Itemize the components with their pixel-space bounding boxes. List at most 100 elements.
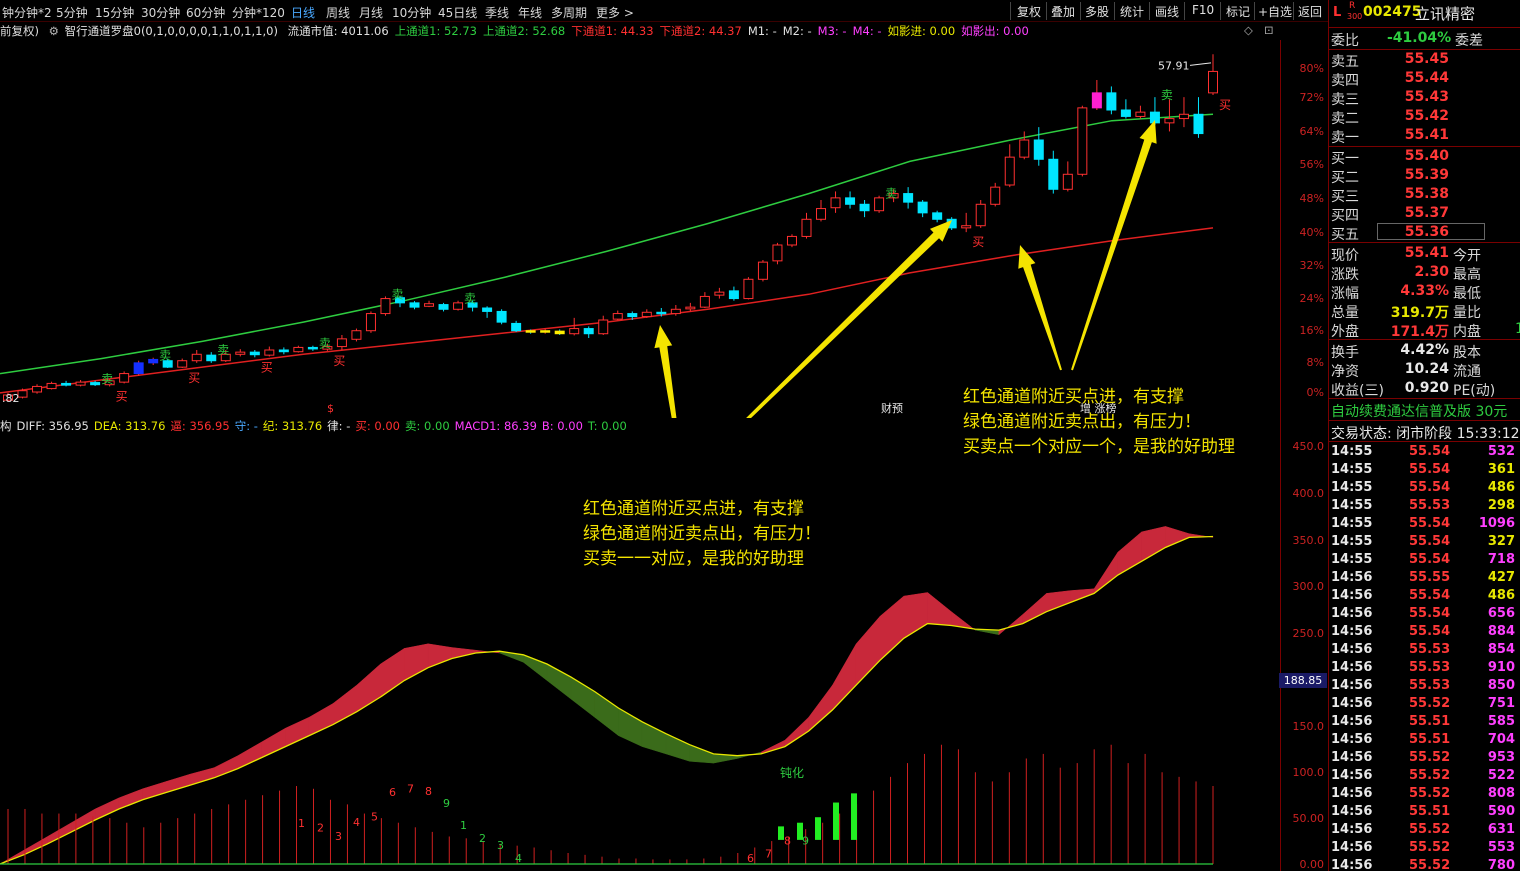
tick-volume: 953 bbox=[1487, 750, 1515, 765]
period-tab[interactable]: 60分钟 bbox=[186, 4, 225, 21]
stats-button[interactable]: 统计 bbox=[1120, 3, 1144, 20]
quote-row: 换手 4.42% 股本 bbox=[1331, 342, 1520, 361]
f10-button[interactable]: F10 bbox=[1192, 3, 1214, 17]
axis-label: 80% bbox=[1299, 62, 1324, 75]
tick-time: 14:56 bbox=[1331, 804, 1373, 819]
bid-row: 买四 55.37 bbox=[1331, 205, 1520, 224]
ask-row: 卖二 55.42 bbox=[1331, 108, 1520, 127]
macd-band bbox=[1022, 592, 1047, 625]
tick-price: 55.52 bbox=[1409, 696, 1451, 711]
finance-tag[interactable]: 财预 bbox=[881, 401, 903, 415]
sub-axis-label: 400.0 bbox=[1292, 487, 1325, 500]
period-tab[interactable]: 周线 bbox=[326, 4, 350, 21]
quote-value: 171.4万 bbox=[1390, 324, 1449, 340]
ask-price: 55.44 bbox=[1404, 70, 1449, 86]
td-count: 9 bbox=[802, 835, 809, 848]
tick-volume: 298 bbox=[1487, 498, 1515, 513]
tick-price: 55.54 bbox=[1409, 552, 1451, 567]
quote-label: 涨幅 bbox=[1331, 286, 1359, 302]
period-tab[interactable]: 45日线 bbox=[438, 4, 477, 21]
sub-axis-label: 300.0 bbox=[1292, 580, 1325, 593]
ask-price: 55.43 bbox=[1404, 89, 1449, 105]
period-tab[interactable]: 15分钟 bbox=[95, 4, 134, 21]
restore-rights-button[interactable]: 复权 bbox=[1017, 3, 1041, 20]
indicator-name[interactable]: 智行通道罗盘0(0,1,0,0,0,0,1,1,0,1,1,0) bbox=[65, 24, 278, 38]
tick-volume: 486 bbox=[1487, 480, 1515, 495]
candle-body bbox=[772, 244, 783, 262]
multi-stock-button[interactable]: 多股 bbox=[1085, 3, 1109, 20]
td-count: 2 bbox=[317, 822, 324, 835]
promo-link[interactable]: 自动续费通达信普及版 30元 bbox=[1331, 401, 1507, 421]
macd-band bbox=[380, 647, 405, 698]
stock-code: 002475 bbox=[1363, 4, 1422, 20]
draw-line-button[interactable]: 画线 bbox=[1155, 3, 1179, 20]
back-button[interactable]: 返回 bbox=[1298, 3, 1322, 20]
candlestick-chart[interactable]: 卖买卖买卖买卖买卖 卖卖买卖买57.91.82财预增 涨榜$ bbox=[0, 40, 1280, 418]
quote-row: 现价 55.41 今开 bbox=[1331, 245, 1520, 264]
candle-body bbox=[583, 328, 594, 335]
indicator-value: M4: - bbox=[852, 24, 882, 38]
tick-price: 55.51 bbox=[1409, 714, 1451, 729]
quote-label-2: 内盘 bbox=[1453, 324, 1481, 340]
period-tab[interactable]: 月线 bbox=[359, 4, 383, 21]
blunt-block bbox=[851, 793, 857, 840]
ask-row: 卖四 55.44 bbox=[1331, 70, 1520, 89]
candle-body bbox=[293, 346, 304, 353]
period-tab[interactable]: 多周期 bbox=[551, 4, 587, 21]
macd-band bbox=[285, 716, 310, 747]
diamond-icon[interactable]: ◇ bbox=[1244, 23, 1253, 37]
macd-band bbox=[665, 733, 690, 762]
tick-volume: 780 bbox=[1487, 858, 1515, 871]
axis-label: 64% bbox=[1299, 125, 1324, 138]
indicator-settings-icon[interactable]: ⚙ bbox=[49, 24, 59, 38]
blunt-block bbox=[833, 802, 839, 840]
period-tab[interactable]: 10分钟 bbox=[392, 4, 431, 21]
candle-body bbox=[525, 330, 536, 333]
period-tab[interactable]: 钟 bbox=[2, 4, 14, 21]
period-tab[interactable]: 30分钟 bbox=[141, 4, 180, 21]
ask-price: 55.42 bbox=[1404, 108, 1449, 124]
period-tab[interactable]: 5分钟 bbox=[56, 4, 88, 21]
quote-value: 10.24 bbox=[1404, 361, 1449, 377]
period-tab-daily[interactable]: 日线 bbox=[291, 4, 315, 21]
quote-label-2: 最低 bbox=[1453, 286, 1481, 302]
candle-body bbox=[874, 197, 885, 212]
main-indicator-header: 前复权) ⚙ 智行通道罗盘0(0,1,0,0,0,0,1,1,0,1,1,0) … bbox=[0, 23, 1280, 41]
tick-price: 55.53 bbox=[1409, 660, 1451, 675]
red-channel-line bbox=[0, 227, 1214, 394]
td-count: 1 bbox=[460, 819, 467, 832]
overlay-button[interactable]: 叠加 bbox=[1051, 3, 1075, 20]
quote-value: 2.30 bbox=[1414, 264, 1449, 280]
td-count: 3 bbox=[497, 839, 504, 852]
tick-row: 14:56 55.55 427 bbox=[1331, 570, 1520, 588]
period-tab[interactable]: 年线 bbox=[518, 4, 542, 21]
tick-price: 55.52 bbox=[1409, 858, 1451, 871]
indicator-value: M3: - bbox=[817, 24, 847, 38]
tick-volume: 532 bbox=[1487, 444, 1515, 459]
add-watchlist-button[interactable]: +自选 bbox=[1258, 3, 1292, 20]
low-price-label: .82 bbox=[2, 392, 20, 405]
tick-time: 14:55 bbox=[1331, 498, 1373, 513]
candle-body bbox=[32, 385, 43, 393]
period-tab[interactable]: 分钟*120 bbox=[232, 4, 285, 21]
candle-body bbox=[1193, 113, 1204, 135]
bid-price: 55.40 bbox=[1404, 148, 1449, 164]
mark-button[interactable]: 标记 bbox=[1226, 3, 1250, 20]
macd-value: DEA: 313.76 bbox=[93, 419, 166, 433]
bid-row: 买二 55.39 bbox=[1331, 167, 1520, 186]
more-periods-button[interactable]: 更多 > bbox=[596, 4, 634, 21]
period-tab[interactable]: 季线 bbox=[485, 4, 509, 21]
sub-axis-label: 250.0 bbox=[1292, 627, 1325, 640]
candle-body bbox=[409, 302, 420, 308]
macd-value: 纪: 313.76 bbox=[262, 419, 323, 433]
close-indicator-icon[interactable]: ⊡ bbox=[1264, 23, 1274, 37]
candle-body bbox=[75, 381, 86, 386]
tick-volume: 553 bbox=[1487, 840, 1515, 855]
tick-volume: 590 bbox=[1487, 804, 1515, 819]
period-tab[interactable]: 分钟*2 bbox=[14, 4, 52, 21]
sell-signal: 卖 bbox=[101, 372, 113, 386]
candle-body bbox=[133, 362, 144, 375]
tick-time: 14:56 bbox=[1331, 588, 1373, 603]
event-marker[interactable]: $ bbox=[327, 402, 334, 415]
axis-label: 0% bbox=[1306, 386, 1324, 399]
